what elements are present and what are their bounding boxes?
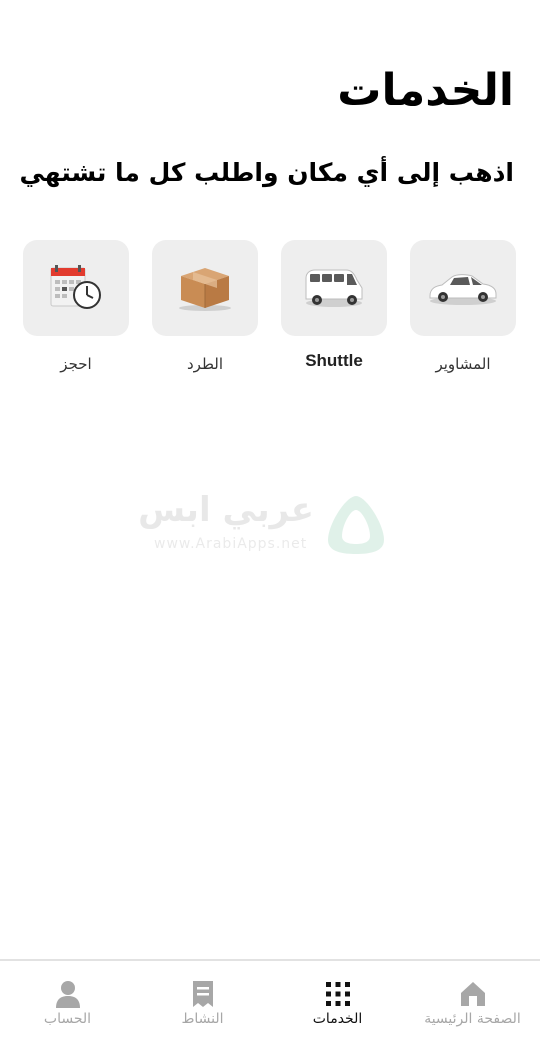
services-grid: المشاوير Shuttle الطرد احجز <box>0 240 540 380</box>
bottom-navigation: الصفحة الرئيسية الخدمات النشاط الحساب <box>0 959 540 1055</box>
service-tile-parcel[interactable] <box>152 240 258 336</box>
service-label-rides: المشاوير <box>435 355 491 373</box>
white-van-icon <box>305 269 363 307</box>
calendar-clock-icon <box>50 265 101 309</box>
package-box-icon <box>179 268 231 311</box>
service-tile-reserve[interactable] <box>23 240 129 336</box>
receipt-icon <box>192 981 213 1007</box>
service-label-shuttle: Shuttle <box>305 351 363 370</box>
service-tile-rides[interactable] <box>410 240 516 336</box>
grid-icon <box>325 982 350 1006</box>
nav-label-activity: النشاط <box>181 1011 224 1027</box>
service-label-parcel: الطرد <box>187 355 223 373</box>
nav-item-activity[interactable]: النشاط <box>135 961 270 1053</box>
service-tile-shuttle[interactable] <box>281 240 387 336</box>
nav-label-account: الحساب <box>43 1011 92 1027</box>
home-icon <box>460 982 485 1006</box>
arabiapps-logo-icon <box>328 496 384 554</box>
nav-item-account[interactable]: الحساب <box>0 961 135 1053</box>
watermark-name: عربي ابس <box>138 490 314 530</box>
watermark-url: www.ArabiApps.net <box>154 536 308 552</box>
white-car-icon <box>429 274 497 305</box>
page-title: الخدمات <box>337 65 514 117</box>
nav-item-home[interactable]: الصفحة الرئيسية <box>405 961 540 1053</box>
nav-label-home: الصفحة الرئيسية <box>424 1011 521 1027</box>
user-icon <box>55 981 80 1008</box>
nav-item-services[interactable]: الخدمات <box>270 961 405 1053</box>
watermark: عربي ابس www.ArabiApps.net <box>138 490 390 560</box>
services-subtitle: اذهب إلى أي مكان واطلب كل ما تشتهي <box>19 158 514 187</box>
nav-label-services: الخدمات <box>312 1011 363 1027</box>
service-label-reserve: احجز <box>60 355 92 373</box>
